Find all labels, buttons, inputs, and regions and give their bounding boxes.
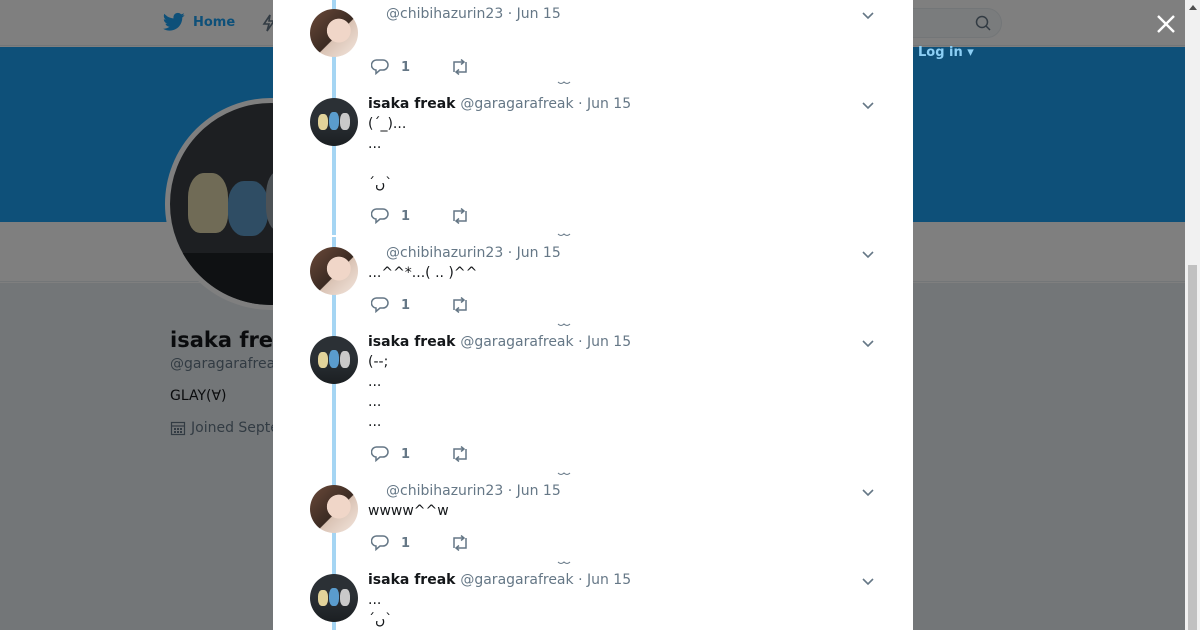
tweet-date[interactable]: Jun 15 (517, 245, 561, 261)
avatar[interactable] (310, 574, 358, 622)
tweet-text: ... ´ںˋ (368, 592, 393, 628)
retweet-icon[interactable] (450, 446, 470, 462)
tweet-header: isaka freak @garagarafreak · Jun 15 (368, 334, 631, 350)
close-icon[interactable] (1154, 12, 1178, 36)
tweet-actions: 1 (371, 206, 470, 226)
tweet-date[interactable]: Jun 15 (517, 483, 561, 499)
conversation-modal: @chibihazurin23 · Jun 15 1 isaka freak @… (273, 0, 913, 630)
separator: · (507, 245, 517, 261)
more-replies-icon (557, 81, 571, 84)
tweet-header: isaka freak @garagarafreak · Jun 15 (368, 96, 631, 112)
separator: · (507, 483, 517, 499)
retweet-icon[interactable] (450, 208, 470, 224)
tweet-handle[interactable]: @chibihazurin23 (386, 6, 503, 22)
reply-icon (371, 208, 389, 224)
tweet[interactable]: isaka freak @garagarafreak · Jun 15 ... … (273, 564, 913, 630)
avatar[interactable] (310, 485, 358, 533)
tweet[interactable]: isaka freak @garagarafreak · Jun 15 (--;… (273, 326, 913, 475)
tweet-header: isaka freak @garagarafreak · Jun 15 (368, 572, 631, 588)
tweet-date[interactable]: Jun 15 (587, 334, 631, 350)
separator: · (507, 6, 517, 22)
chevron-down-icon[interactable] (861, 574, 875, 588)
tweet-actions: 1 (371, 57, 470, 77)
avatar[interactable] (310, 336, 358, 384)
tweet[interactable]: @chibihazurin23 · Jun 15 1 (273, 0, 913, 88)
tweet-actions: 1 (371, 533, 470, 553)
tweet-author-name[interactable]: isaka freak (368, 96, 460, 112)
separator: · (578, 334, 587, 350)
tweet-author-name[interactable]: isaka freak (368, 572, 460, 588)
reply-icon (371, 535, 389, 551)
tweet-text: (--; ... ... ... (368, 354, 389, 430)
page-scrollbar[interactable] (1185, 0, 1200, 630)
tweet-header: @chibihazurin23 · Jun 15 (386, 483, 561, 499)
retweet-icon[interactable] (450, 297, 470, 313)
tweet-date[interactable]: Jun 15 (587, 96, 631, 112)
tweet-text: (´_)... ... ´ںˋ (368, 116, 407, 192)
chevron-down-icon[interactable] (861, 98, 875, 112)
scrollbar-thumb[interactable] (1188, 265, 1197, 630)
reply-count: 1 (401, 535, 411, 551)
reply-icon (371, 446, 389, 462)
avatar[interactable] (310, 98, 358, 146)
tweet-text: wwww^^w (368, 503, 449, 519)
reply-count: 1 (401, 446, 411, 462)
tweet-header: @chibihazurin23 · Jun 15 (386, 6, 561, 22)
avatar[interactable] (310, 9, 358, 57)
chevron-down-icon[interactable] (861, 336, 875, 350)
reply-count: 1 (401, 208, 411, 224)
separator: · (578, 572, 587, 588)
scroll-up-arrow-icon[interactable] (1189, 5, 1197, 10)
chevron-down-icon[interactable] (861, 485, 875, 499)
reply-icon (371, 59, 389, 75)
avatar[interactable] (310, 247, 358, 295)
tweet-date[interactable]: Jun 15 (587, 572, 631, 588)
separator: · (578, 96, 587, 112)
tweet-date[interactable]: Jun 15 (517, 6, 561, 22)
tweet-text: ...^^*...( .. )^^ (368, 265, 478, 281)
tweet[interactable]: @chibihazurin23 · Jun 15 wwww^^w 1 (273, 475, 913, 564)
reply-button[interactable]: 1 (371, 59, 410, 75)
reply-button[interactable]: 1 (371, 446, 410, 462)
tweet-handle[interactable]: @garagarafreak (460, 334, 573, 350)
tweet-actions: 1 (371, 295, 470, 315)
tweet-actions: 1 (371, 444, 470, 464)
tweet-header: @chibihazurin23 · Jun 15 (386, 245, 561, 261)
chevron-down-icon[interactable] (861, 247, 875, 261)
chevron-down-icon[interactable] (861, 8, 875, 22)
reply-icon (371, 297, 389, 313)
tweet-handle[interactable]: @garagarafreak (460, 572, 573, 588)
reply-count: 1 (401, 59, 411, 75)
tweet-handle[interactable]: @chibihazurin23 (386, 483, 503, 499)
login-menu[interactable]: Log in ▾ (918, 45, 974, 60)
tweet-author-name[interactable]: isaka freak (368, 334, 460, 350)
retweet-icon[interactable] (450, 59, 470, 75)
reply-count: 1 (401, 297, 411, 313)
reply-button[interactable]: 1 (371, 208, 410, 224)
reply-button[interactable]: 1 (371, 297, 410, 313)
reply-button[interactable]: 1 (371, 535, 410, 551)
tweet-handle[interactable]: @chibihazurin23 (386, 245, 503, 261)
tweet[interactable]: isaka freak @garagarafreak · Jun 15 (´_)… (273, 88, 913, 236)
tweet-handle[interactable]: @garagarafreak (460, 96, 573, 112)
retweet-icon[interactable] (450, 535, 470, 551)
tweet[interactable]: @chibihazurin23 · Jun 15 ...^^*...( .. )… (273, 237, 913, 326)
